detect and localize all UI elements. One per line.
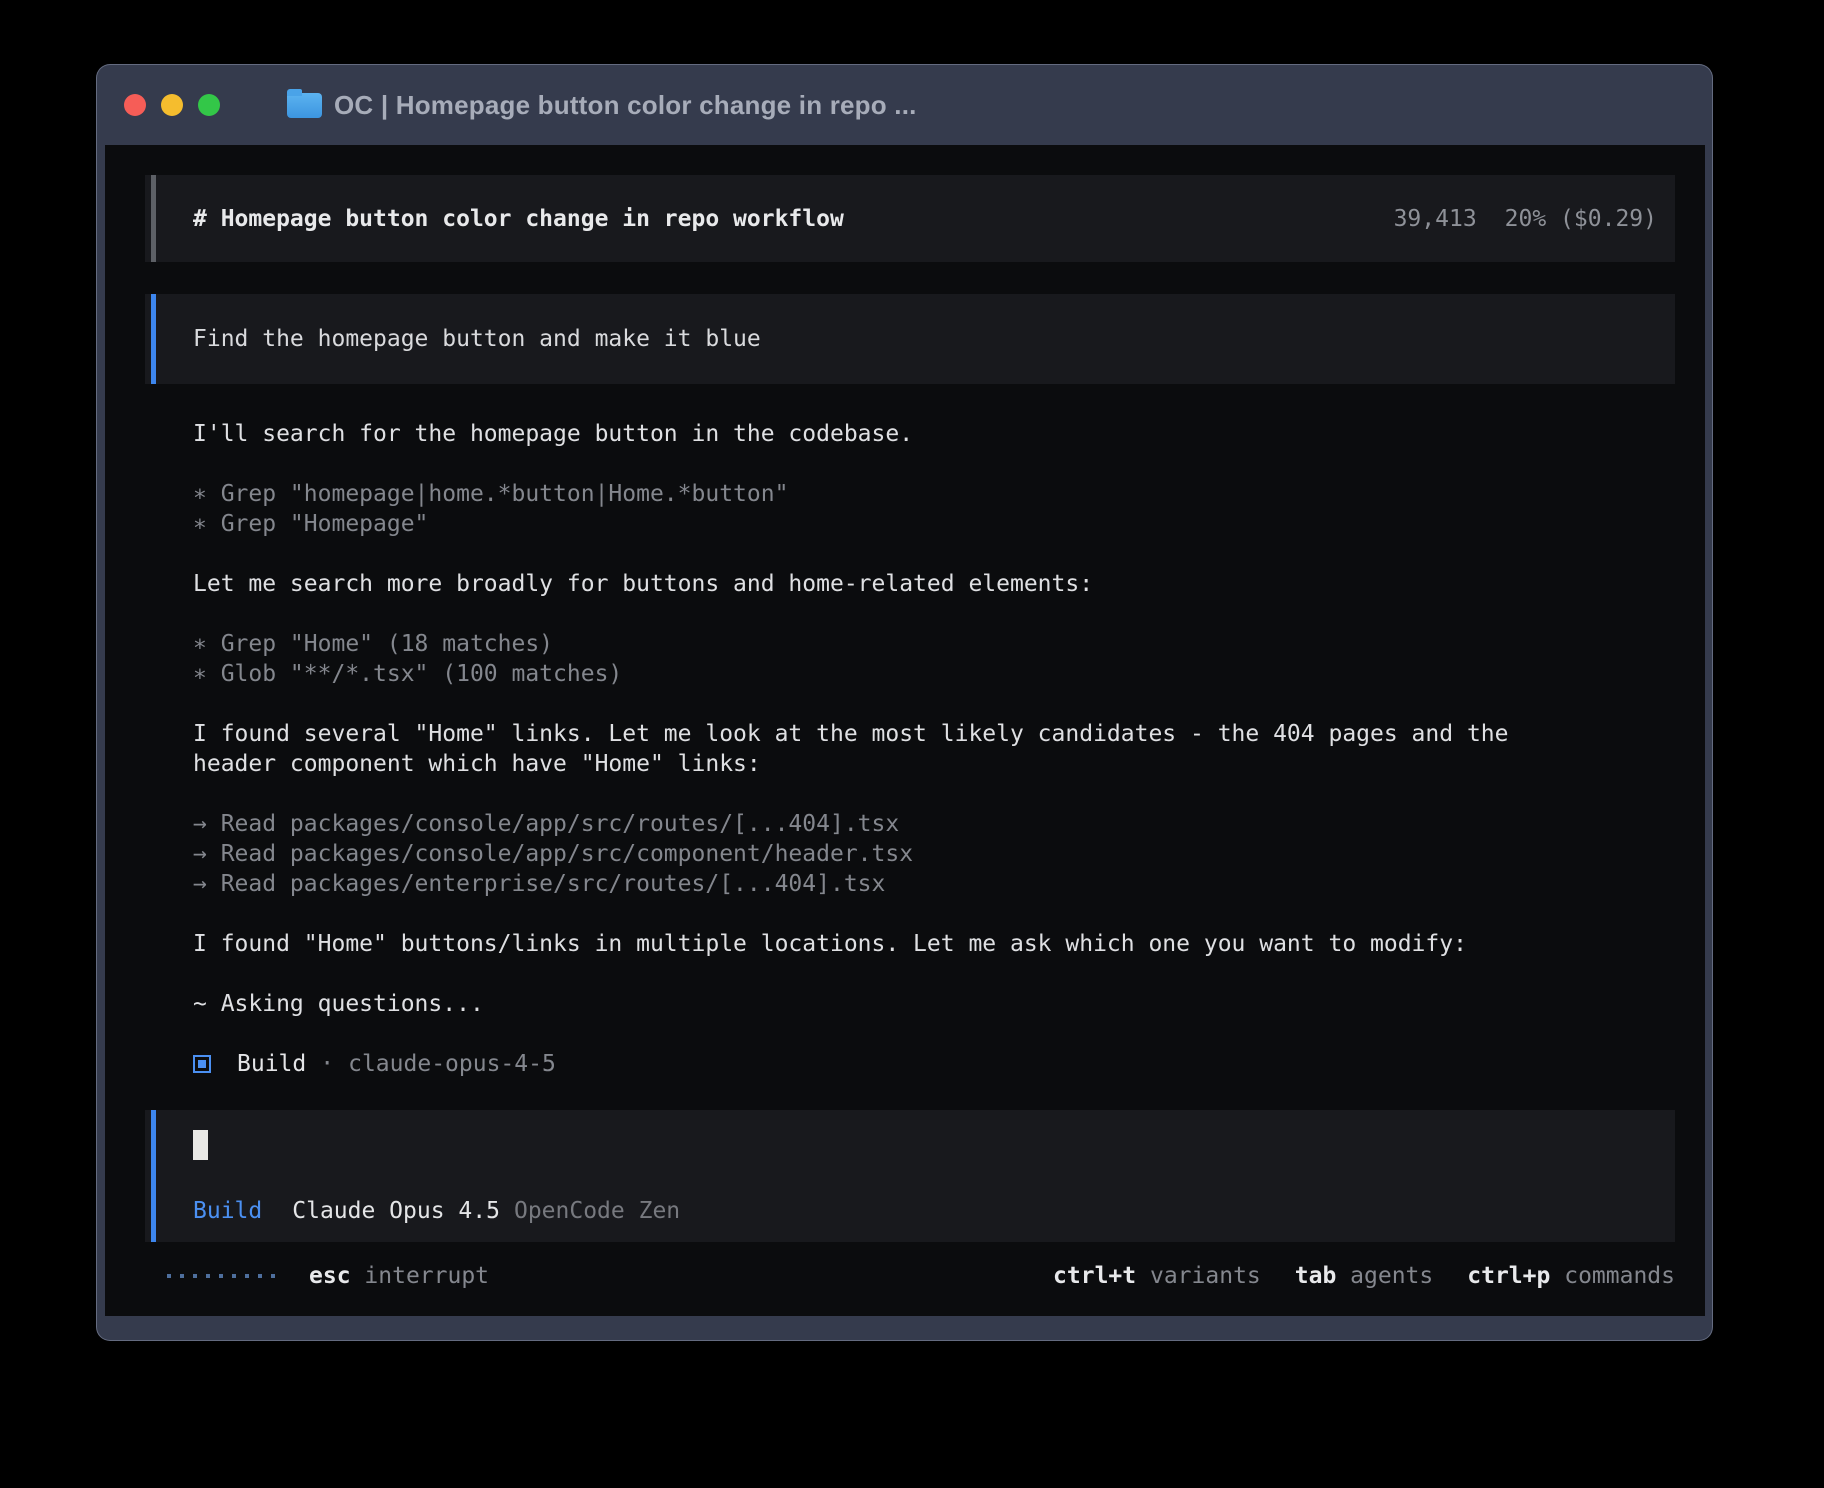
spinner-dot (180, 1274, 184, 1278)
tool-call-line: → Read packages/console/app/src/routes/[… (193, 809, 1675, 839)
blank-line (193, 599, 1675, 629)
blank-line (193, 689, 1675, 719)
spinner-dot (167, 1274, 171, 1278)
window-title: OC | Homepage button color change in rep… (334, 90, 917, 121)
minimize-button[interactable] (161, 94, 183, 116)
assistant-text-line: I'll search for the homepage button in t… (193, 419, 1675, 449)
spinner-dot (232, 1274, 236, 1278)
spinner-dot (206, 1274, 210, 1278)
tool-call-line: → Read packages/enterprise/src/routes/[.… (193, 869, 1675, 899)
esc-hint: esc interrupt (309, 1263, 489, 1289)
tool-call-line: ∗ Glob "**/*.tsx" (100 matches) (193, 659, 1675, 689)
window-controls (124, 94, 220, 116)
shortcut-hints: ctrl+t variants tab agents ctrl+p comman… (1053, 1263, 1675, 1289)
spinner-dot (271, 1274, 275, 1278)
close-button[interactable] (124, 94, 146, 116)
zoom-button[interactable] (198, 94, 220, 116)
terminal-content: # Homepage button color change in repo w… (105, 145, 1705, 1316)
spinner-dot (245, 1274, 249, 1278)
session-header: # Homepage button color change in repo w… (145, 175, 1675, 262)
prompt-input-accent-bar (151, 1110, 156, 1242)
text-cursor (193, 1130, 208, 1160)
spinner-dot (219, 1274, 223, 1278)
assistant-text-line: Let me search more broadly for buttons a… (193, 569, 1675, 599)
agent-label: Build (193, 1198, 262, 1224)
blank-line (193, 1019, 1675, 1049)
agent-model: claude-opus-4-5 (348, 1049, 556, 1079)
model-label: Claude Opus 4.5 (292, 1198, 500, 1224)
separator-dot: · (320, 1049, 334, 1079)
user-message-accent-bar (151, 294, 156, 384)
tool-call-line: ∗ Grep "homepage|home.*button|Home.*butt… (193, 479, 1675, 509)
blank-line (193, 779, 1675, 809)
context-usage: 20% ($0.29) (1505, 206, 1657, 232)
user-message-text: Find the homepage button and make it blu… (193, 326, 761, 352)
shortcut-commands: ctrl+p commands (1467, 1263, 1675, 1289)
user-message: Find the homepage button and make it blu… (145, 294, 1675, 384)
blank-line (193, 539, 1675, 569)
window-titlebar[interactable]: OC | Homepage button color change in rep… (97, 65, 1712, 145)
agent-status-line: Build · claude-opus-4-5 (193, 1049, 1675, 1079)
tool-call-line: ∗ Grep "Homepage" (193, 509, 1675, 539)
blank-line (193, 449, 1675, 479)
session-title: # Homepage button color change in repo w… (193, 206, 844, 232)
assistant-text-line: I found "Home" buttons/links in multiple… (193, 929, 1675, 959)
esc-key: esc (309, 1263, 351, 1289)
assistant-text-line: ~ Asking questions... (193, 989, 1675, 1019)
tool-call-line: ∗ Grep "Home" (18 matches) (193, 629, 1675, 659)
spinner-dots-icon (167, 1274, 275, 1278)
terminal-window: OC | Homepage button color change in rep… (96, 64, 1713, 1341)
shortcut-agents: tab agents (1295, 1263, 1434, 1289)
assistant-text-line: I found several "Home" links. Let me loo… (193, 719, 1675, 749)
folder-icon (287, 93, 322, 118)
status-bar: esc interrupt ctrl+t variants tab agents… (145, 1258, 1675, 1294)
token-count: 39,413 (1394, 206, 1477, 232)
assistant-text-line: header component which have "Home" links… (193, 749, 1675, 779)
blank-line (193, 899, 1675, 929)
spinner-dot (258, 1274, 262, 1278)
tool-call-line: → Read packages/console/app/src/componen… (193, 839, 1675, 869)
provider-label: OpenCode Zen (514, 1198, 680, 1224)
agent-name: Build (237, 1049, 306, 1079)
agent-square-icon (193, 1055, 211, 1073)
esc-label: interrupt (364, 1263, 489, 1289)
spinner-dot (193, 1274, 197, 1278)
session-header-accent-bar (151, 175, 156, 262)
model-row: Build Claude Opus 4.5 OpenCode Zen (193, 1198, 680, 1224)
blank-line (193, 959, 1675, 989)
assistant-transcript: I'll search for the homepage button in t… (193, 419, 1675, 1079)
prompt-input[interactable]: Build Claude Opus 4.5 OpenCode Zen (145, 1110, 1675, 1242)
shortcut-variants: ctrl+t variants (1053, 1263, 1261, 1289)
session-stats: 39,413 20% ($0.29) (1394, 206, 1657, 232)
